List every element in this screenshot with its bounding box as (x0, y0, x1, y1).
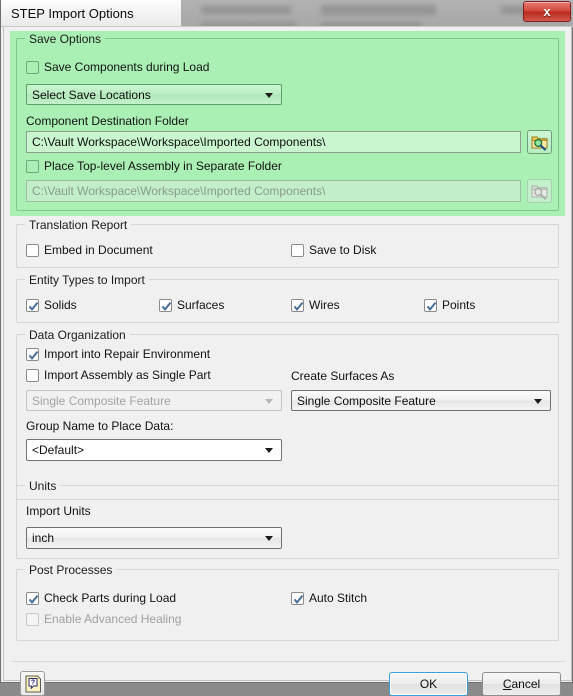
save-components-during-load-checkbox[interactable]: Save Components during Load (26, 60, 209, 74)
select-save-locations-combo[interactable]: Select Save Locations (26, 84, 282, 105)
post-processes-legend: Post Processes (25, 563, 117, 577)
chevron-down-icon (265, 92, 273, 98)
cancel-label-rest: ancel (511, 677, 541, 691)
checkbox-label: Solids (44, 298, 77, 312)
component-destination-folder-input[interactable]: C:\Vault Workspace\Workspace\Imported Co… (26, 131, 521, 153)
checkbox-label: Surfaces (177, 298, 225, 312)
combo-value: Single Composite Feature (32, 393, 171, 408)
browse-top-level-folder-button (527, 179, 552, 203)
embed-in-document-checkbox[interactable]: Embed in Document (26, 243, 153, 257)
combo-value: <Default> (32, 443, 85, 457)
svg-text:?: ? (31, 680, 35, 687)
ok-button[interactable]: OK (389, 672, 468, 696)
check-icon (28, 301, 39, 311)
check-icon (28, 594, 39, 604)
dialog-client-area: Save Options Save Components during Load… (3, 27, 572, 696)
window-title: STEP Import Options (11, 6, 134, 21)
entity-type-solids-checkbox[interactable]: Solids (26, 298, 77, 312)
checkbox-box (291, 243, 304, 257)
create-surfaces-as-label: Create Surfaces As (291, 369, 395, 383)
checkbox-label: Save to Disk (309, 243, 377, 257)
entity-types-group: Entity Types to Import (16, 273, 559, 323)
checkbox-label: Embed in Document (44, 243, 153, 257)
import-into-repair-environment-checkbox[interactable]: Import into Repair Environment (26, 347, 210, 361)
combo-value: inch (32, 531, 55, 545)
checkbox-label: Auto Stitch (309, 591, 368, 605)
check-icon (293, 594, 304, 604)
checkbox-label: Import Assembly as Single Part (44, 368, 211, 382)
auto-stitch-checkbox[interactable]: Auto Stitch (291, 591, 367, 605)
checkbox-box (26, 368, 39, 382)
check-parts-during-load-checkbox[interactable]: Check Parts during Load (26, 591, 176, 605)
units-legend: Units (25, 479, 61, 493)
help-button[interactable]: ? (20, 671, 45, 696)
title-bar[interactable]: STEP Import Options x (1, 0, 573, 27)
top-level-assembly-folder-input: C:\Vault Workspace\Workspace\Imported Co… (26, 180, 521, 202)
checkbox-box (291, 591, 304, 605)
cancel-button[interactable]: Cancel (482, 672, 561, 696)
checkbox-label: Points (442, 298, 476, 312)
folder-search-icon (531, 185, 548, 200)
translation-report-legend: Translation Report (25, 218, 132, 232)
checkbox-box (26, 591, 39, 605)
check-icon (426, 301, 437, 311)
check-icon (28, 350, 39, 360)
checkbox-label: Place Top-level Assembly in Separate Fol… (44, 159, 282, 173)
group-name-to-place-data-label: Group Name to Place Data: (26, 419, 174, 433)
checkbox-box (159, 298, 172, 312)
checkbox-box (424, 298, 437, 312)
chevron-down-icon (265, 448, 273, 453)
post-processes-group: Post Processes (16, 563, 559, 641)
check-icon (161, 301, 172, 311)
checkbox-box (26, 60, 39, 74)
import-assembly-as-single-part-checkbox[interactable]: Import Assembly as Single Part (26, 368, 211, 382)
checkbox-label: Import into Repair Environment (44, 347, 211, 361)
close-button[interactable]: x (523, 1, 571, 22)
component-destination-folder-label: Component Destination Folder (26, 114, 189, 128)
check-icon (293, 301, 304, 311)
checkbox-box (26, 347, 39, 361)
chevron-down-icon (534, 398, 542, 404)
chevron-down-icon (265, 536, 273, 541)
folder-search-icon (531, 136, 548, 151)
cancel-label: Cancel (503, 677, 540, 691)
create-surfaces-as-combo[interactable]: Single Composite Feature (291, 390, 551, 411)
browse-destination-folder-button[interactable] (527, 130, 552, 154)
checkbox-label: Save Components during Load (44, 60, 210, 74)
combo-value: Single Composite Feature (297, 393, 436, 408)
checkbox-box (291, 298, 304, 312)
entity-types-legend: Entity Types to Import (25, 273, 149, 287)
help-icon: ? (25, 675, 41, 693)
checkbox-label: Enable Advanced Healing (44, 612, 182, 626)
checkbox-box (26, 243, 39, 257)
save-to-disk-checkbox[interactable]: Save to Disk (291, 243, 376, 257)
group-name-combo[interactable]: <Default> (26, 439, 282, 461)
import-units-label: Import Units (26, 504, 91, 518)
footer-separator (12, 661, 565, 662)
checkbox-box (26, 298, 39, 312)
place-top-level-assembly-checkbox[interactable]: Place Top-level Assembly in Separate Fol… (26, 159, 282, 173)
entity-type-wires-checkbox[interactable]: Wires (291, 298, 340, 312)
close-icon: x (543, 4, 551, 19)
enable-advanced-healing-checkbox: Enable Advanced Healing (26, 612, 181, 626)
combo-value: Select Save Locations (32, 87, 151, 102)
import-units-combo[interactable]: inch (26, 527, 282, 549)
titlebar-background-blur (181, 0, 573, 26)
entity-type-points-checkbox[interactable]: Points (424, 298, 475, 312)
checkbox-box (26, 159, 39, 173)
checkbox-box (26, 612, 39, 626)
step-import-options-dialog: STEP Import Options x Save Options Save … (0, 0, 573, 696)
assembly-feature-combo: Single Composite Feature (26, 390, 282, 411)
checkbox-label: Wires (309, 298, 340, 312)
checkbox-label: Check Parts during Load (44, 591, 177, 605)
save-options-legend: Save Options (25, 32, 106, 46)
chevron-down-icon (265, 398, 273, 404)
data-organization-legend: Data Organization (25, 328, 130, 342)
entity-type-surfaces-checkbox[interactable]: Surfaces (159, 298, 224, 312)
